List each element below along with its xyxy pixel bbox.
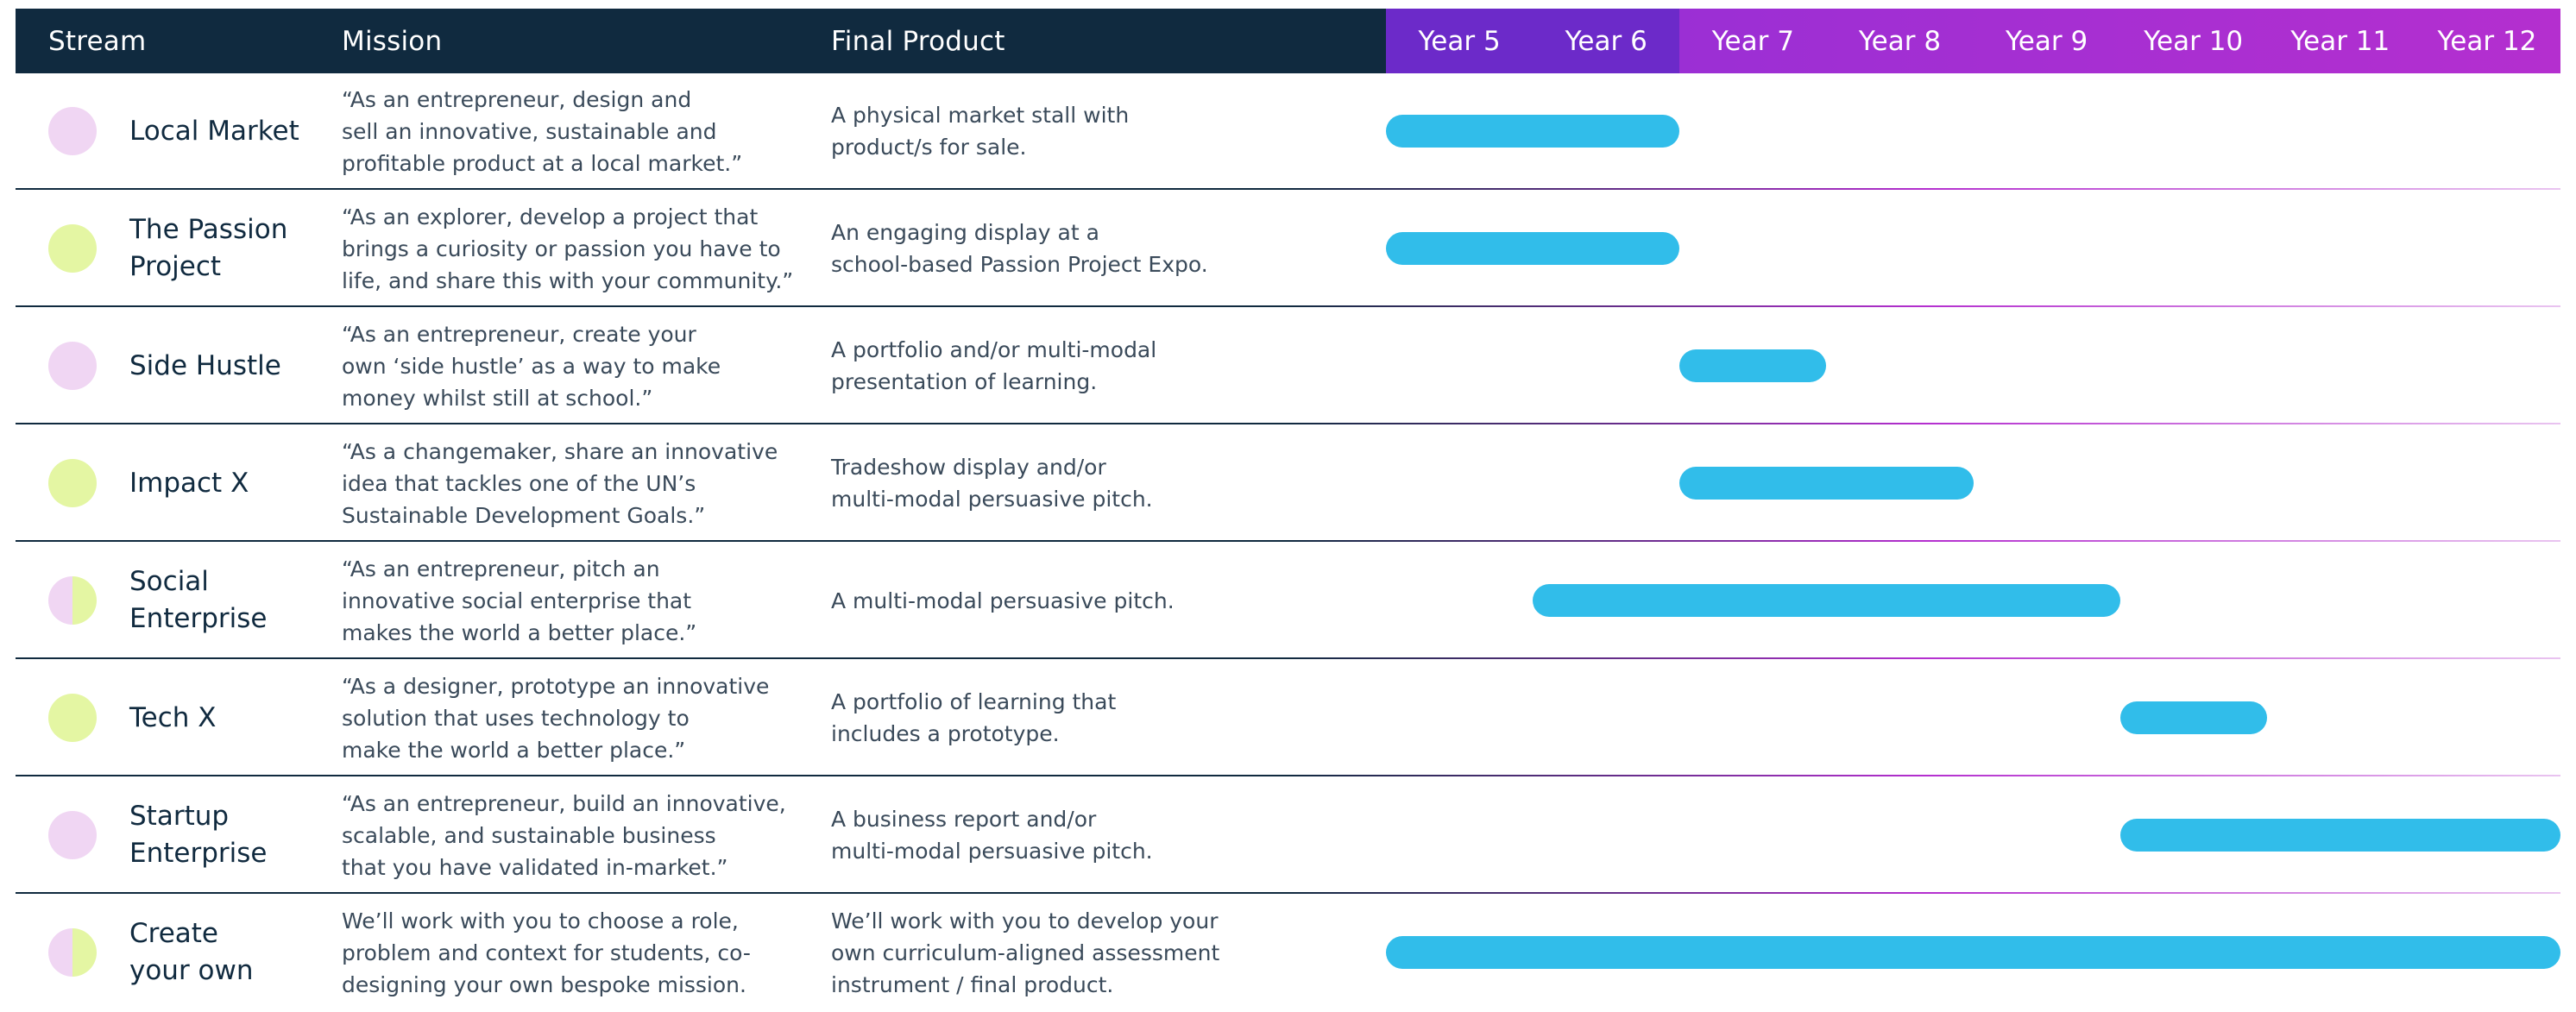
streams-table: Stream Mission Final Product Year 5 Year … <box>16 9 2560 1012</box>
header-year-8: Year 8 <box>1858 25 1942 57</box>
stream-cell: Startup Enterprise <box>16 798 342 872</box>
table-body: Local Market “As an entrepreneur, design … <box>16 73 2560 1012</box>
timeline-bar <box>2119 819 2560 852</box>
mission-text: “As an entrepreneur, create your own ‘si… <box>342 321 721 411</box>
header-stream: Stream <box>48 25 147 57</box>
stream-name: Create your own <box>129 918 254 986</box>
table-row: Side Hustle “As an entrepreneur, create y… <box>16 308 2560 425</box>
stream-cell: Create your own <box>16 915 342 990</box>
table-row: Local Market “As an entrepreneur, design … <box>16 73 2560 191</box>
mission-text: “As a designer, prototype an innovative … <box>342 673 770 763</box>
stream-dot-icon <box>48 342 97 390</box>
stream-name: Local Market <box>129 115 299 147</box>
timeline-cell <box>1386 73 2560 189</box>
mission-text: “As a changemaker, share an innovative i… <box>342 438 778 528</box>
header-year-7: Year 7 <box>1711 25 1794 57</box>
timeline-cell <box>1386 777 2560 893</box>
stream-dot-icon <box>48 224 97 273</box>
stream-dot-icon <box>48 928 97 977</box>
timeline-bar <box>1679 349 1827 382</box>
stream-name: Side Hustle <box>129 349 281 381</box>
stream-cell: Impact X <box>16 459 342 507</box>
stream-name: Social Enterprise <box>129 566 268 634</box>
program-streams-page: Stream Mission Final Product Year 5 Year … <box>0 0 2576 997</box>
timeline-cell <box>1386 895 2560 1010</box>
table-row: The Passion Project “As an explorer, deve… <box>16 191 2560 308</box>
timeline-bar <box>1386 232 1680 265</box>
header-year-12: Year 12 <box>2437 25 2537 57</box>
stream-cell: The Passion Project <box>16 211 342 286</box>
final-product-text: A physical market stall with product/s f… <box>831 103 1130 160</box>
stream-dot-icon <box>48 459 97 507</box>
stream-dot-icon <box>48 694 97 742</box>
final-product-text: Tradeshow display and/or multi-modal per… <box>831 455 1153 512</box>
header-left-band: Stream Mission Final Product <box>16 9 1386 73</box>
timeline-cell <box>1386 543 2560 658</box>
stream-cell: Local Market <box>16 107 342 155</box>
header-mission: Mission <box>342 25 443 57</box>
header-year-10: Year 10 <box>2144 25 2244 57</box>
timeline-cell <box>1386 660 2560 776</box>
stream-dot-icon <box>48 576 97 625</box>
final-product-text: We’ll work with you to develop your own … <box>831 908 1220 997</box>
final-product-text: A business report and/or multi-modal per… <box>831 807 1153 864</box>
stream-dot-icon <box>48 107 97 155</box>
final-product-text: An engaging display at a school-based Pa… <box>831 220 1208 277</box>
mission-text: “As an entrepreneur, design and sell an … <box>342 86 743 176</box>
stream-name: The Passion Project <box>129 214 288 282</box>
timeline-bar <box>1533 584 2120 617</box>
header-year-9: Year 9 <box>2005 25 2088 57</box>
header-year-5: Year 5 <box>1386 9 1534 73</box>
timeline-bar <box>1386 936 2560 969</box>
stream-name: Startup Enterprise <box>129 801 268 869</box>
table-row: Impact X “As a changemaker, share an inno… <box>16 425 2560 543</box>
mission-text: “As an explorer, develop a project that … <box>342 204 794 293</box>
stream-name: Impact X <box>129 467 249 499</box>
timeline-cell <box>1386 425 2560 541</box>
stream-cell: Side Hustle <box>16 342 342 390</box>
final-product-text: A portfolio and/or multi-modal presentat… <box>831 337 1157 394</box>
mission-text: We’ll work with you to choose a role, pr… <box>342 908 751 997</box>
timeline-cell <box>1386 191 2560 306</box>
mission-text: “As an entrepreneur, pitch an innovative… <box>342 556 697 645</box>
header-final-product: Final Product <box>831 25 1005 57</box>
final-product-text: A multi-modal persuasive pitch. <box>831 588 1175 613</box>
timeline-cell <box>1386 308 2560 424</box>
timeline-bar <box>2119 701 2267 734</box>
stream-dot-icon <box>48 811 97 859</box>
stream-cell: Social Enterprise <box>16 563 342 638</box>
table-row: Social Enterprise “As an entrepreneur, pi… <box>16 543 2560 660</box>
table-row: Create your own We’ll work with you to ch… <box>16 895 2560 1012</box>
timeline-bar <box>1679 467 1974 500</box>
stream-cell: Tech X <box>16 694 342 742</box>
header-year-6: Year 6 <box>1533 9 1680 73</box>
header-years: Year 5 Year 6 Year 7 Year 8 Year 9 Year 10 Yea… <box>1386 9 2560 73</box>
header-year-11: Year 11 <box>2290 25 2390 57</box>
timeline-bar <box>1386 115 1680 148</box>
final-product-text: A portfolio of learning that includes a … <box>831 689 1117 746</box>
stream-name: Tech X <box>129 701 217 733</box>
table-row: Startup Enterprise “As an entrepreneur, b… <box>16 777 2560 895</box>
table-header: Stream Mission Final Product Year 5 Year … <box>16 9 2560 73</box>
mission-text: “As an entrepreneur, build an innovative… <box>342 790 786 880</box>
table-row: Tech X “As a designer, prototype an innov… <box>16 660 2560 777</box>
